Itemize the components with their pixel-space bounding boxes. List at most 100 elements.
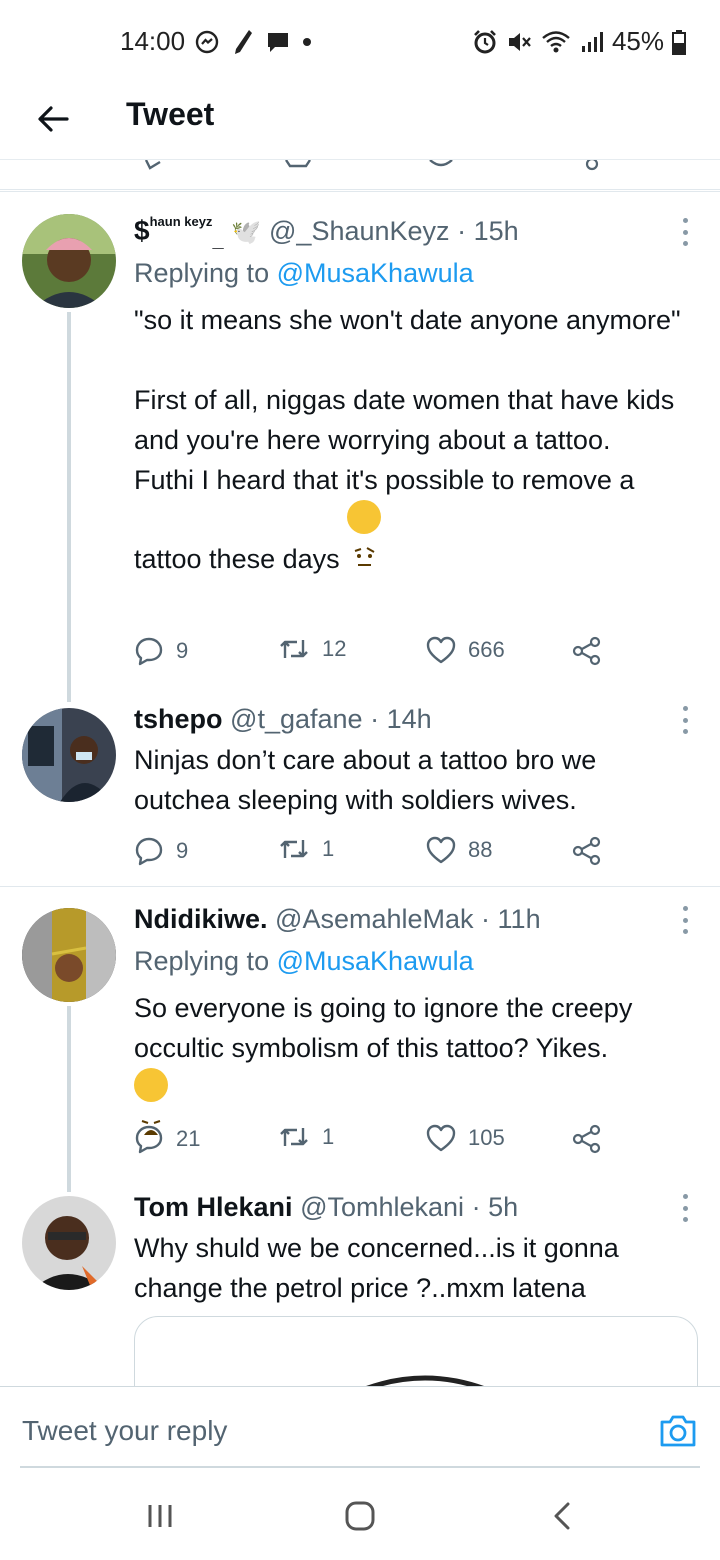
handle[interactable]: @Tomhlekani (300, 1192, 464, 1222)
tweet-header: $haun keyz_ 🕊️ @_ShaunKeyz · 15h (134, 214, 519, 252)
heart-icon (426, 636, 456, 664)
thread-line (67, 312, 71, 702)
reply-count: 9 (176, 838, 189, 863)
retweet-icon (280, 840, 308, 858)
handle[interactable]: @t_gafane (230, 704, 363, 734)
display-name[interactable]: Tom Hlekani (134, 1192, 293, 1222)
status-bar: 14:00 45% (0, 0, 720, 84)
dot-icon (303, 38, 311, 46)
retweet-button[interactable]: 1 (278, 836, 334, 862)
tweet-text: Why shuld we be concerned...is it gonna … (134, 1233, 619, 1303)
handle[interactable]: @AsemahleMak (275, 904, 473, 934)
status-time: 14:00 (120, 26, 186, 56)
partial-action-icons (144, 160, 599, 171)
share-icon (572, 636, 601, 666)
tweet-actions: 9 1 88 (134, 836, 614, 868)
pen-icon (235, 30, 252, 54)
tweet-actions: 9 12 666 (134, 636, 614, 668)
mute-icon (508, 32, 531, 51)
system-back-button[interactable] (542, 1500, 582, 1532)
chevron-left-icon (554, 1502, 570, 1530)
like-button[interactable]: 666 (426, 636, 505, 664)
system-nav-bar (0, 1468, 720, 1560)
retweet-icon (280, 1128, 308, 1146)
display-name[interactable]: Ndidikiwe. (134, 904, 268, 934)
replying-to-mention[interactable]: @MusaKhawula (277, 946, 474, 976)
tweet-header: Tom Hlekani @Tomhlekani · 5h (134, 1192, 519, 1222)
reply-count: 9 (176, 638, 189, 663)
tweet-text: Ninjas don’t care about a tattoo bro we … (134, 745, 597, 815)
like-count: 105 (468, 1125, 505, 1150)
handle[interactable]: @_ShaunKeyz (269, 216, 450, 246)
alarm-icon (474, 29, 496, 53)
dove-emoji: 🕊️ (231, 219, 262, 246)
tweet-time: 11h (497, 904, 541, 934)
tweet-text: "so it means she won't date anyone anymo… (134, 305, 681, 574)
tweet-time: 14h (386, 704, 432, 734)
avatar[interactable] (22, 908, 116, 1002)
tweet-header: Ndidikiwe. @AsemahleMak · 11h (134, 904, 541, 934)
avatar[interactable] (22, 708, 116, 802)
raised-eyebrow-emoji (347, 500, 382, 566)
avatar-image (22, 708, 116, 802)
avatar[interactable] (22, 1196, 116, 1290)
reply-input[interactable]: Tweet your reply (22, 1415, 227, 1447)
replying-to-mention[interactable]: @MusaKhawula (277, 258, 474, 288)
tweet-header: tshepo @t_gafane · 14h (134, 704, 432, 734)
camera-button[interactable] (658, 1413, 698, 1449)
weary-face-emoji (134, 1068, 168, 1135)
like-button[interactable]: 88 (426, 836, 492, 864)
status-left-icons (194, 28, 312, 56)
retweet-button[interactable]: 12 (278, 636, 346, 662)
avatar-image (22, 908, 116, 1002)
reply-icon (135, 637, 163, 666)
page-title: Tweet (126, 96, 215, 132)
display-name[interactable]: tshepo (134, 704, 223, 734)
recent-apps-button[interactable] (140, 1500, 180, 1532)
more-options-button[interactable] (680, 1194, 690, 1222)
tweet-time: 5h (488, 1192, 519, 1222)
share-button[interactable] (572, 1124, 602, 1154)
status-right-icons: 45% (472, 26, 686, 57)
divider (0, 886, 720, 887)
tweet-time: 15h (473, 216, 519, 246)
reply-icon (135, 1125, 163, 1154)
home-icon (345, 1501, 375, 1531)
reply-button[interactable]: 9 (134, 836, 188, 866)
avatar[interactable] (22, 214, 116, 308)
reply-composer: Tweet your reply (0, 1386, 720, 1468)
signal-icon (581, 31, 603, 52)
top-app-bar: Tweet (0, 84, 720, 160)
reply-icon (135, 837, 163, 866)
wifi-icon (542, 30, 570, 52)
like-button[interactable]: 105 (426, 1124, 505, 1152)
back-button[interactable] (28, 94, 78, 144)
display-name[interactable]: $haun keyz_ 🕊️ (134, 214, 269, 252)
tweet-actions: 21 1 105 (134, 1124, 614, 1156)
share-button[interactable] (572, 836, 602, 866)
home-button[interactable] (340, 1500, 380, 1532)
more-options-button[interactable] (680, 218, 690, 246)
thread-line (67, 1006, 71, 1192)
reply-button[interactable]: 21 (134, 1124, 200, 1154)
share-icon (572, 1124, 601, 1154)
recent-apps-icon (148, 1505, 172, 1527)
reply-count: 21 (176, 1126, 201, 1151)
retweet-count: 12 (322, 636, 347, 661)
retweet-icon (280, 640, 308, 658)
camera-icon (660, 1415, 696, 1447)
more-options-button[interactable] (680, 906, 690, 934)
arrow-left-icon (38, 106, 69, 132)
messenger-icon (195, 30, 219, 54)
reply-button[interactable]: 9 (134, 636, 188, 666)
more-options-button[interactable] (680, 706, 690, 734)
chat-bubble-icon (268, 33, 288, 52)
replying-to: Replying to @MusaKhawula (134, 946, 474, 976)
share-button[interactable] (572, 636, 602, 666)
previous-tweet-actions-partial (0, 160, 720, 190)
divider (0, 191, 720, 192)
retweet-button[interactable]: 1 (278, 1124, 334, 1150)
battery-percent: 45% (611, 26, 664, 56)
like-count: 666 (468, 637, 505, 662)
heart-icon (426, 1124, 456, 1152)
